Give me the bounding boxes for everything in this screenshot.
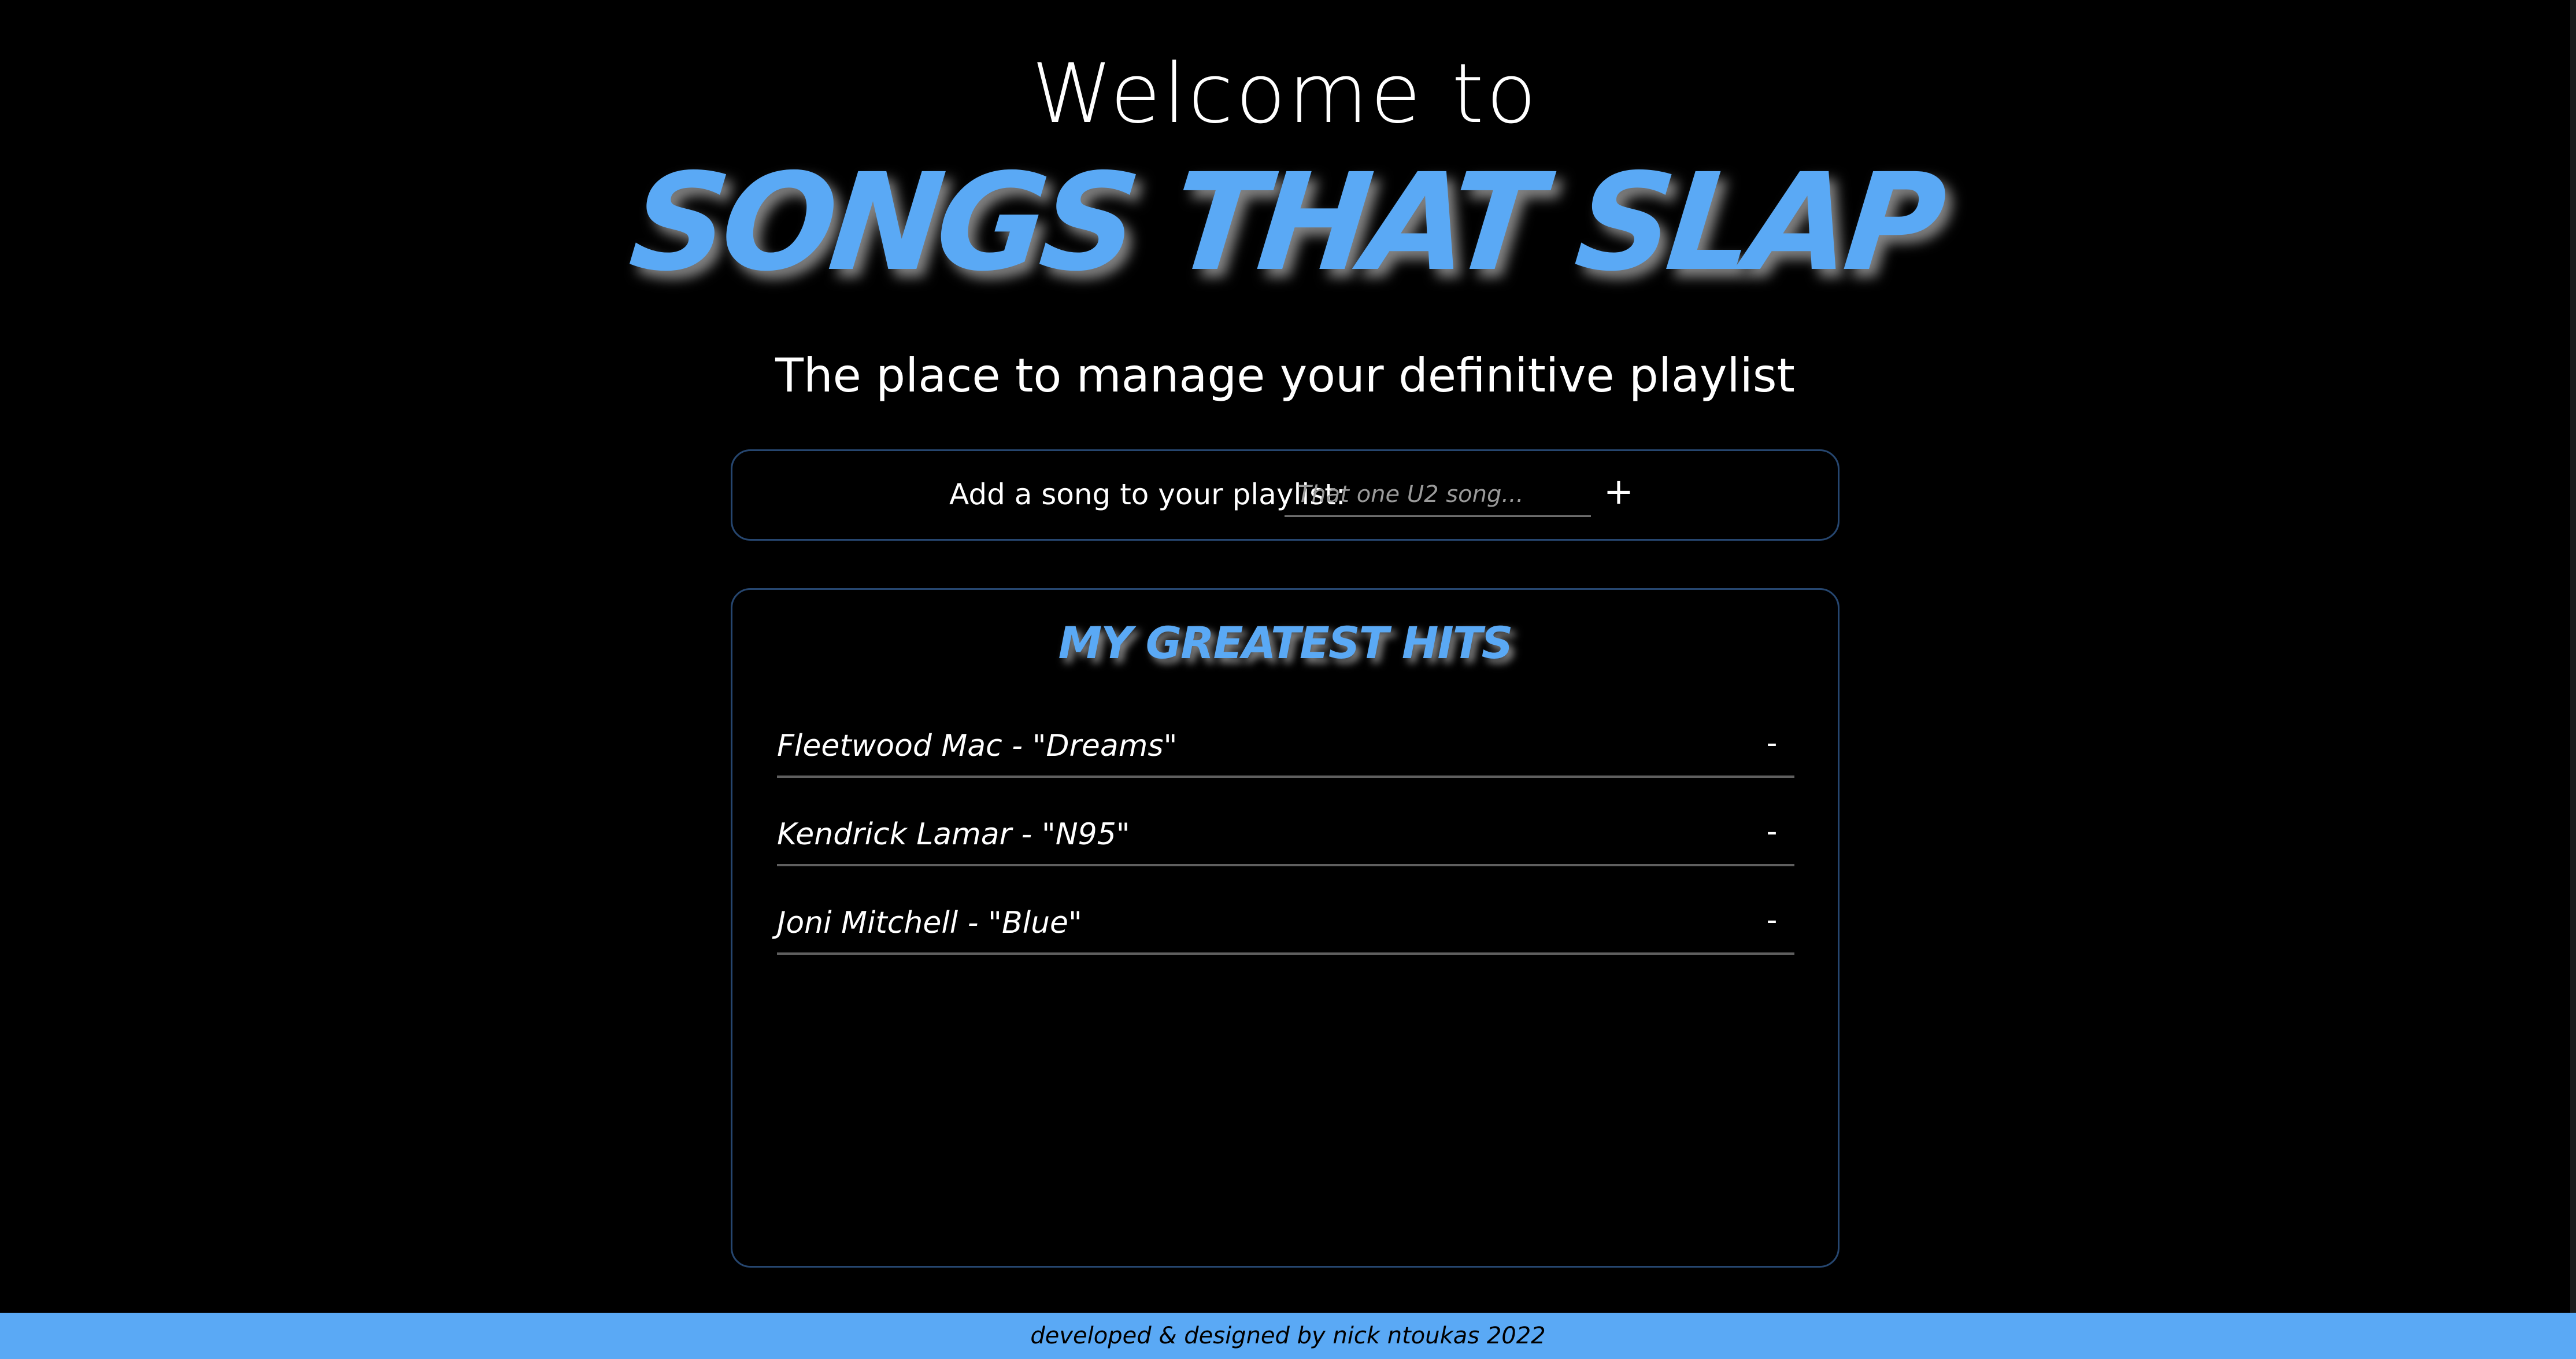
song-title: Kendrick Lamar - "N95" <box>777 817 1130 852</box>
tagline: The place to manage your definitive play… <box>775 349 1795 402</box>
window-edge <box>2570 0 2576 1313</box>
playlist-title: MY GREATEST HITS <box>1058 617 1513 669</box>
song-title: Fleetwood Mac - "Dreams" <box>777 729 1178 763</box>
page: Welcome to SONGS THAT SLAP The place to … <box>0 0 2570 1359</box>
playlist-panel: MY GREATEST HITS Fleetwood Mac - "Dreams… <box>731 588 1840 1268</box>
footer: developed & designed by nick ntoukas 202… <box>0 1313 2576 1359</box>
playlist-item: Fleetwood Mac - "Dreams" - <box>777 714 1794 778</box>
remove-song-button[interactable]: - <box>1757 814 1786 849</box>
add-song-button[interactable]: + <box>1598 468 1639 515</box>
playlist-item: Joni Mitchell - "Blue" - <box>777 891 1794 955</box>
remove-song-button[interactable]: - <box>1757 903 1786 937</box>
song-title: Joni Mitchell - "Blue" <box>777 906 1082 940</box>
remove-song-button[interactable]: - <box>1757 726 1786 760</box>
song-input[interactable] <box>1285 473 1591 517</box>
add-song-form: Add a song to your playlist: + <box>731 449 1840 541</box>
app-title: SONGS THAT SLAP <box>623 145 1947 301</box>
playlist-item: Kendrick Lamar - "N95" - <box>777 803 1794 866</box>
footer-credit: developed & designed by nick ntoukas 202… <box>1030 1323 1546 1349</box>
welcome-heading: Welcome to <box>1031 46 1539 142</box>
